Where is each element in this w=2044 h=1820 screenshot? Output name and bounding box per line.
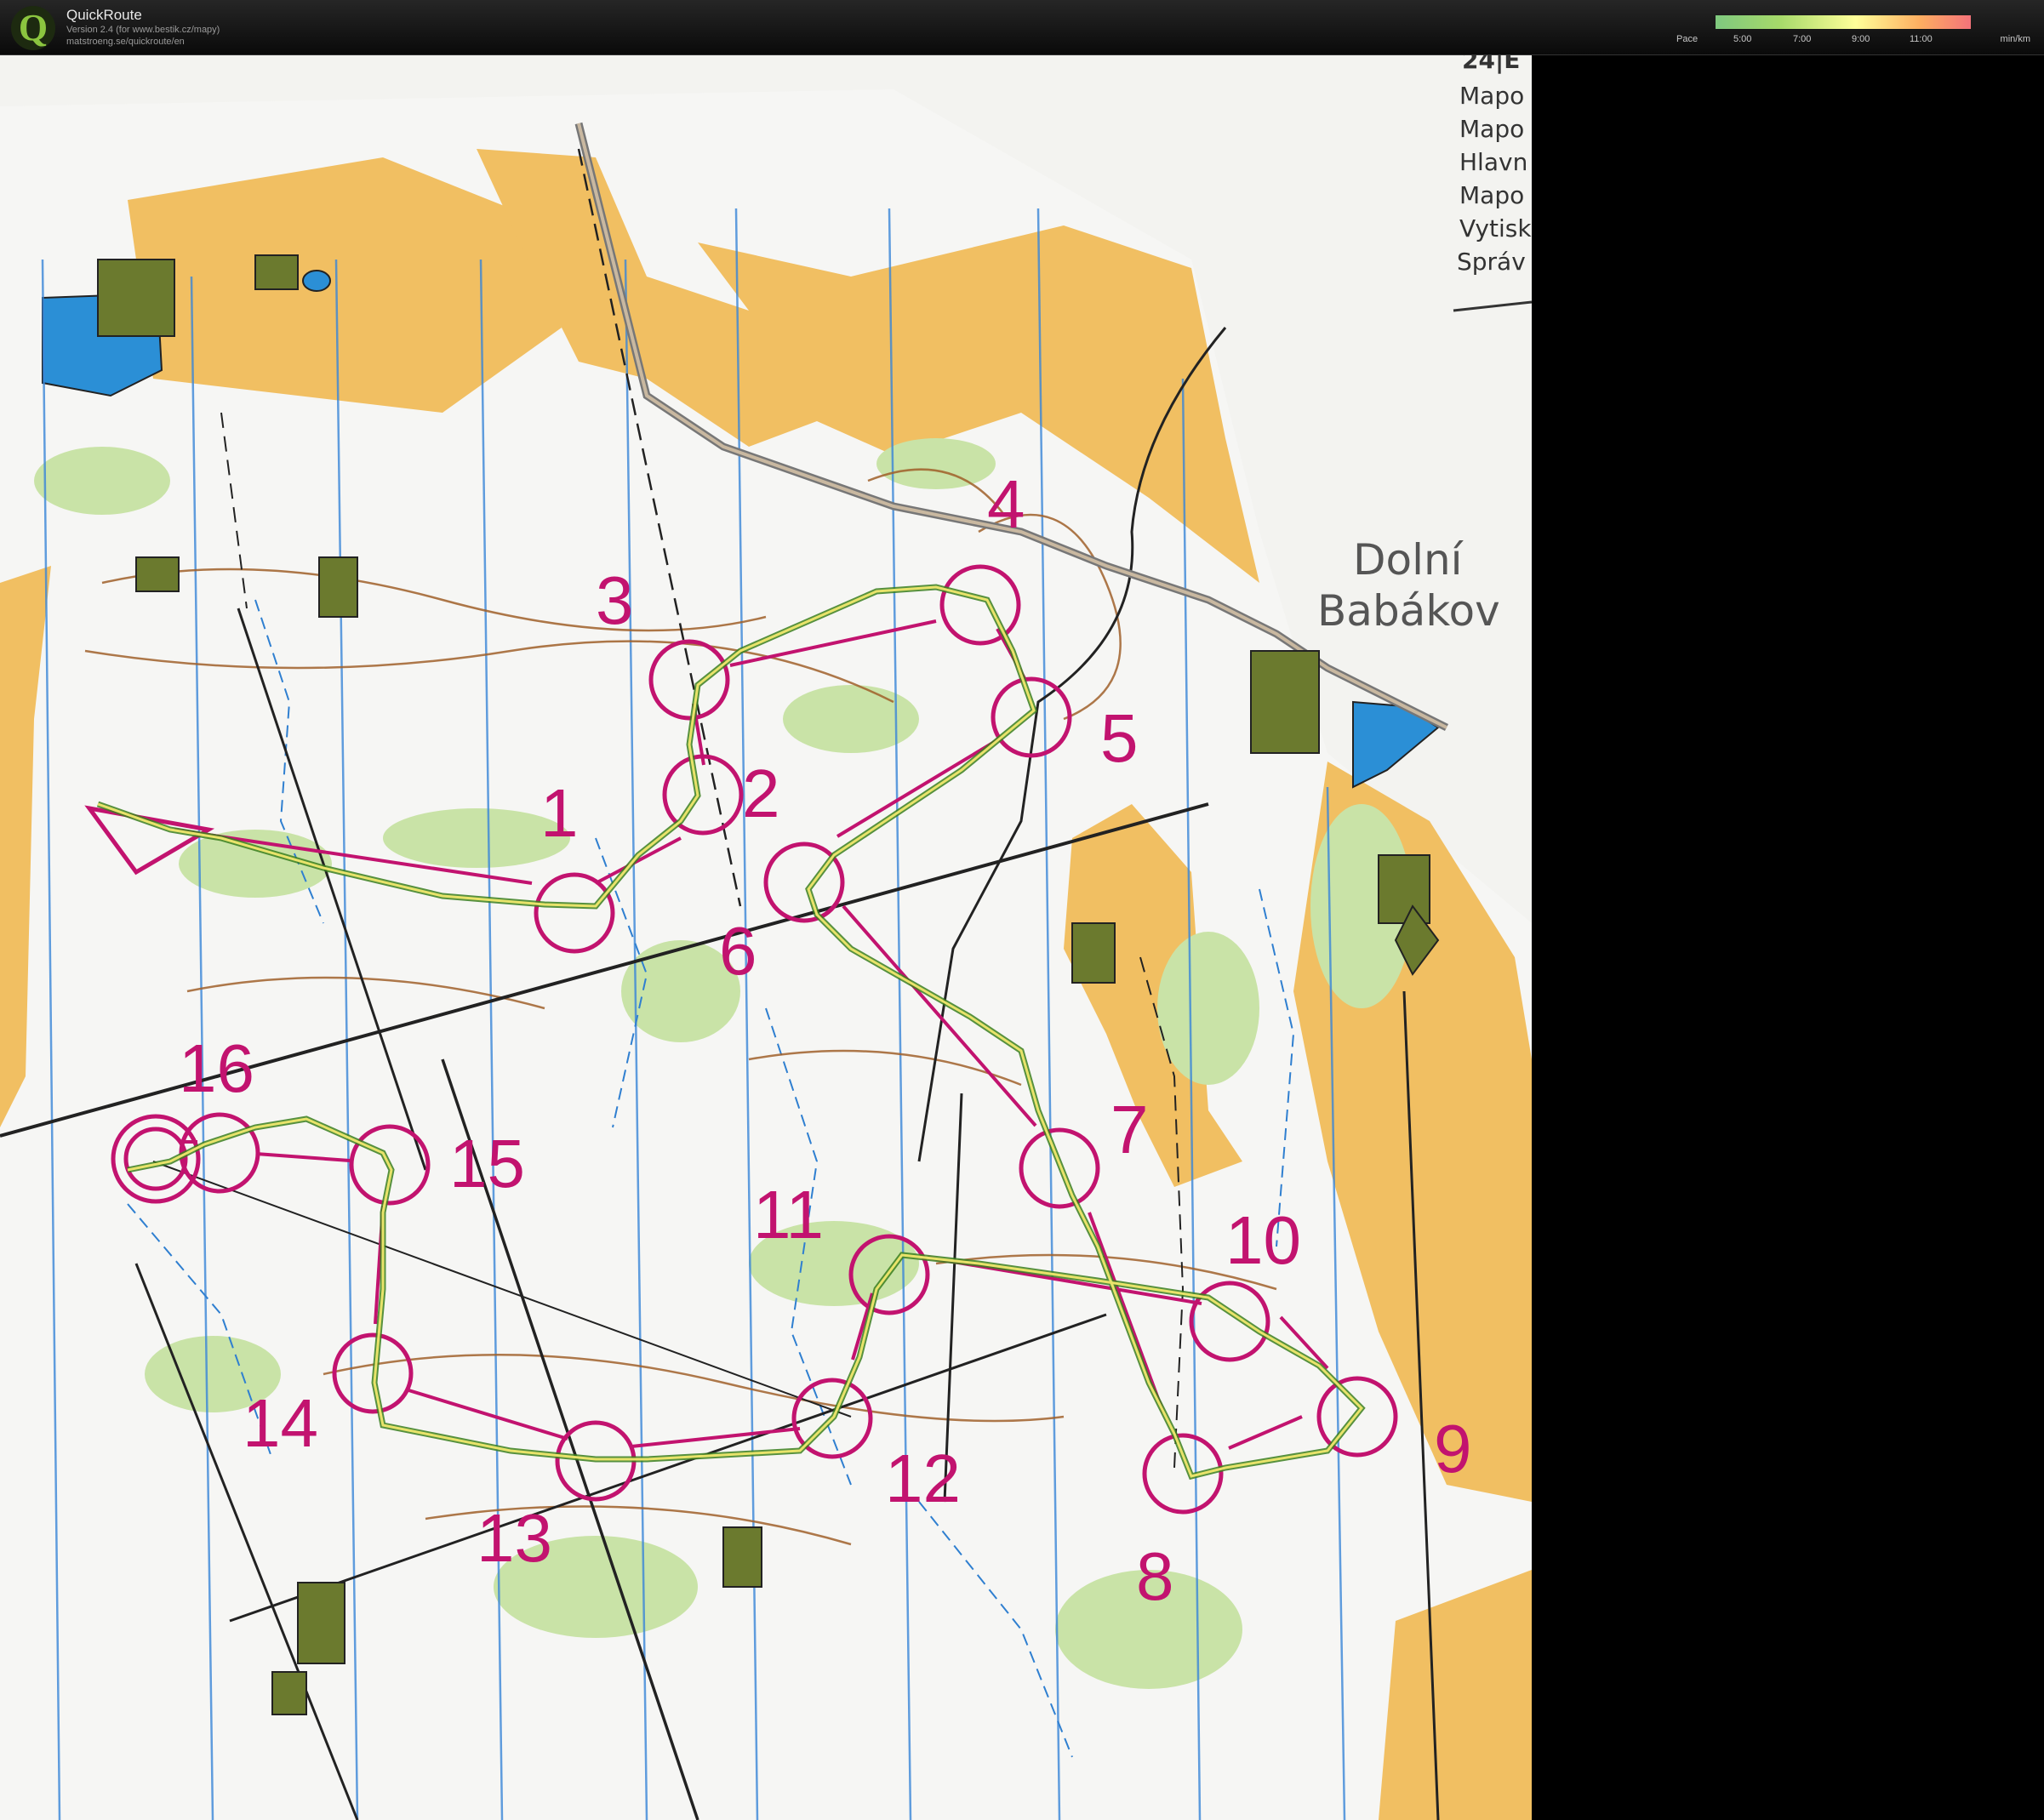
pace-tick: 11:00 (1910, 34, 1933, 44)
quickroute-logo-icon: Q (11, 6, 55, 50)
margin-text: Hlavn (1459, 148, 1527, 176)
control-number-10: 10 (1225, 1202, 1301, 1278)
control-number-3: 3 (596, 562, 634, 638)
version-line: Version 2.4 (for www.bestik.cz/mapy) (66, 25, 220, 35)
pace-label: Pace (1676, 34, 1699, 44)
svg-text:Q: Q (19, 7, 48, 48)
map-canvas[interactable]: 1 2 3 4 5 6 7 8 9 10 11 12 13 14 15 16 D… (0, 55, 1532, 1820)
control-number-8: 8 (1136, 1538, 1174, 1614)
control-number-6: 6 (719, 913, 757, 989)
control-number-1: 1 (540, 775, 579, 851)
pace-tick: 7:00 (1793, 34, 1812, 44)
margin-text: Mapo (1459, 82, 1524, 110)
control-number-7: 7 (1110, 1092, 1149, 1167)
margin-text: Správ (1457, 248, 1526, 276)
control-number-4: 4 (987, 466, 1025, 542)
pace-tick: 9:00 (1852, 34, 1870, 44)
control-number-11: 11 (753, 1177, 824, 1252)
town-label-line2: Babákov (1317, 586, 1500, 636)
control-number-5: 5 (1100, 700, 1139, 776)
margin-text: Mapo (1459, 115, 1524, 143)
app-title: QuickRoute (66, 7, 142, 23)
control-number-14: 14 (243, 1385, 318, 1461)
pace-unit-label: min/km (2000, 34, 2030, 44)
pace-legend: Pace 5:00 7:00 9:00 11:00 min/km (1668, 14, 2034, 48)
pace-color-scale (1716, 15, 1971, 29)
margin-text: Vytisk (1459, 214, 1532, 242)
control-number-13: 13 (477, 1500, 552, 1576)
control-number-9: 9 (1434, 1411, 1472, 1486)
margin-text: 24|E (1462, 55, 1520, 74)
pace-tick: 5:00 (1733, 34, 1752, 44)
margin-text: Mapo (1459, 181, 1524, 209)
control-number-16: 16 (179, 1030, 254, 1106)
app-header: Q QuickRoute Version 2.4 (for www.bestik… (0, 0, 2044, 55)
control-number-15: 15 (449, 1126, 525, 1201)
town-label-line1: Dolní (1353, 535, 1464, 585)
control-number-2: 2 (742, 756, 780, 831)
control-number-12: 12 (885, 1441, 961, 1516)
url-line: matstroeng.se/quickroute/en (66, 37, 185, 47)
orienteering-map[interactable]: 1 2 3 4 5 6 7 8 9 10 11 12 13 14 15 16 D… (0, 55, 1532, 1820)
